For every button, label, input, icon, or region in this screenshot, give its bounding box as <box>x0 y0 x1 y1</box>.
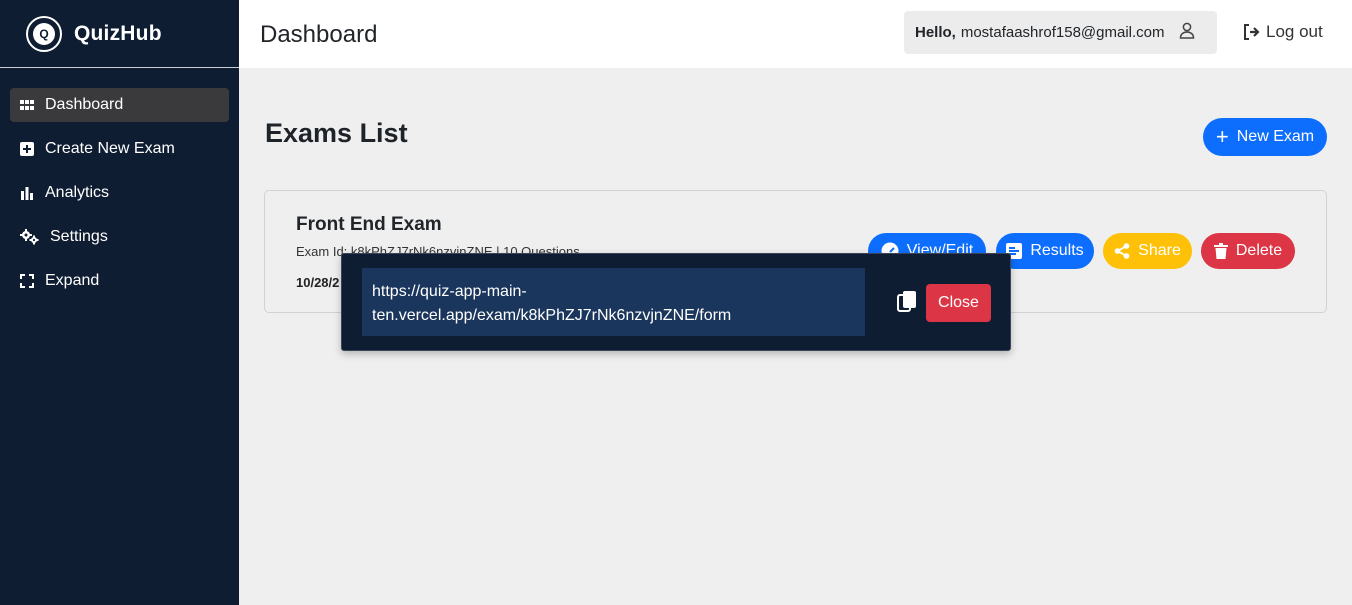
plus-icon: + <box>1215 124 1229 149</box>
results-label: Results <box>1030 242 1084 259</box>
sidebar-item-settings[interactable]: Settings <box>10 220 229 254</box>
gears-icon <box>20 229 40 245</box>
greeting-label: Hello, <box>915 24 956 41</box>
copy-icon[interactable] <box>897 291 917 318</box>
exam-date: 10/28/2 <box>296 275 340 290</box>
brand[interactable]: Q QuizHub <box>0 0 239 68</box>
logout-label: Log out <box>1266 22 1323 41</box>
grid-icon <box>20 98 34 112</box>
share-link-popup: https://quiz-app-main-ten.vercel.app/exa… <box>341 253 1011 351</box>
delete-button[interactable]: Delete <box>1201 233 1295 269</box>
share-link-text[interactable]: https://quiz-app-main-ten.vercel.app/exa… <box>362 268 865 336</box>
sidebar-item-label: Dashboard <box>45 96 124 113</box>
app-name: QuizHub <box>74 21 162 45</box>
expand-icon <box>20 274 34 288</box>
bar-chart-icon <box>20 186 34 200</box>
sidebar-item-create-new-exam[interactable]: Create New Exam <box>10 132 229 166</box>
sign-out-icon <box>1244 24 1260 40</box>
top-header: Dashboard Hello, mostafaashrof158@gmail.… <box>239 0 1352 68</box>
close-button[interactable]: Close <box>926 284 991 322</box>
sidebar: Q QuizHub Dashboard Create New Exam Anal… <box>0 0 239 605</box>
sidebar-item-expand[interactable]: Expand <box>10 264 229 298</box>
sidebar-nav: Dashboard Create New Exam Analytics Sett… <box>0 68 239 298</box>
new-exam-button[interactable]: + New Exam <box>1203 118 1327 156</box>
sidebar-item-analytics[interactable]: Analytics <box>10 176 229 210</box>
plus-square-icon <box>20 142 34 156</box>
user-email: mostafaashrof158@gmail.com <box>960 24 1165 41</box>
logout-button[interactable]: Log out <box>1243 22 1323 42</box>
trash-icon <box>1213 243 1228 259</box>
share-nodes-icon <box>1114 243 1130 259</box>
exam-name: Front End Exam <box>296 214 442 235</box>
logo-letter: Q <box>33 22 55 45</box>
user-icon <box>1179 22 1195 43</box>
sidebar-item-label: Create New Exam <box>45 140 175 157</box>
sidebar-item-label: Settings <box>50 228 108 245</box>
share-button[interactable]: Share <box>1103 233 1192 269</box>
sidebar-item-dashboard[interactable]: Dashboard <box>10 88 229 122</box>
quizhub-logo-icon: Q <box>26 15 62 52</box>
delete-label: Delete <box>1235 242 1283 259</box>
exams-list-title: Exams List <box>265 118 408 148</box>
new-exam-label: New Exam <box>1236 128 1315 145</box>
sidebar-item-label: Analytics <box>45 184 110 201</box>
share-label: Share <box>1138 242 1181 259</box>
page-title: Dashboard <box>260 21 378 48</box>
user-greeting[interactable]: Hello, mostafaashrof158@gmail.com <box>904 11 1217 54</box>
sidebar-item-label: Expand <box>45 272 100 289</box>
